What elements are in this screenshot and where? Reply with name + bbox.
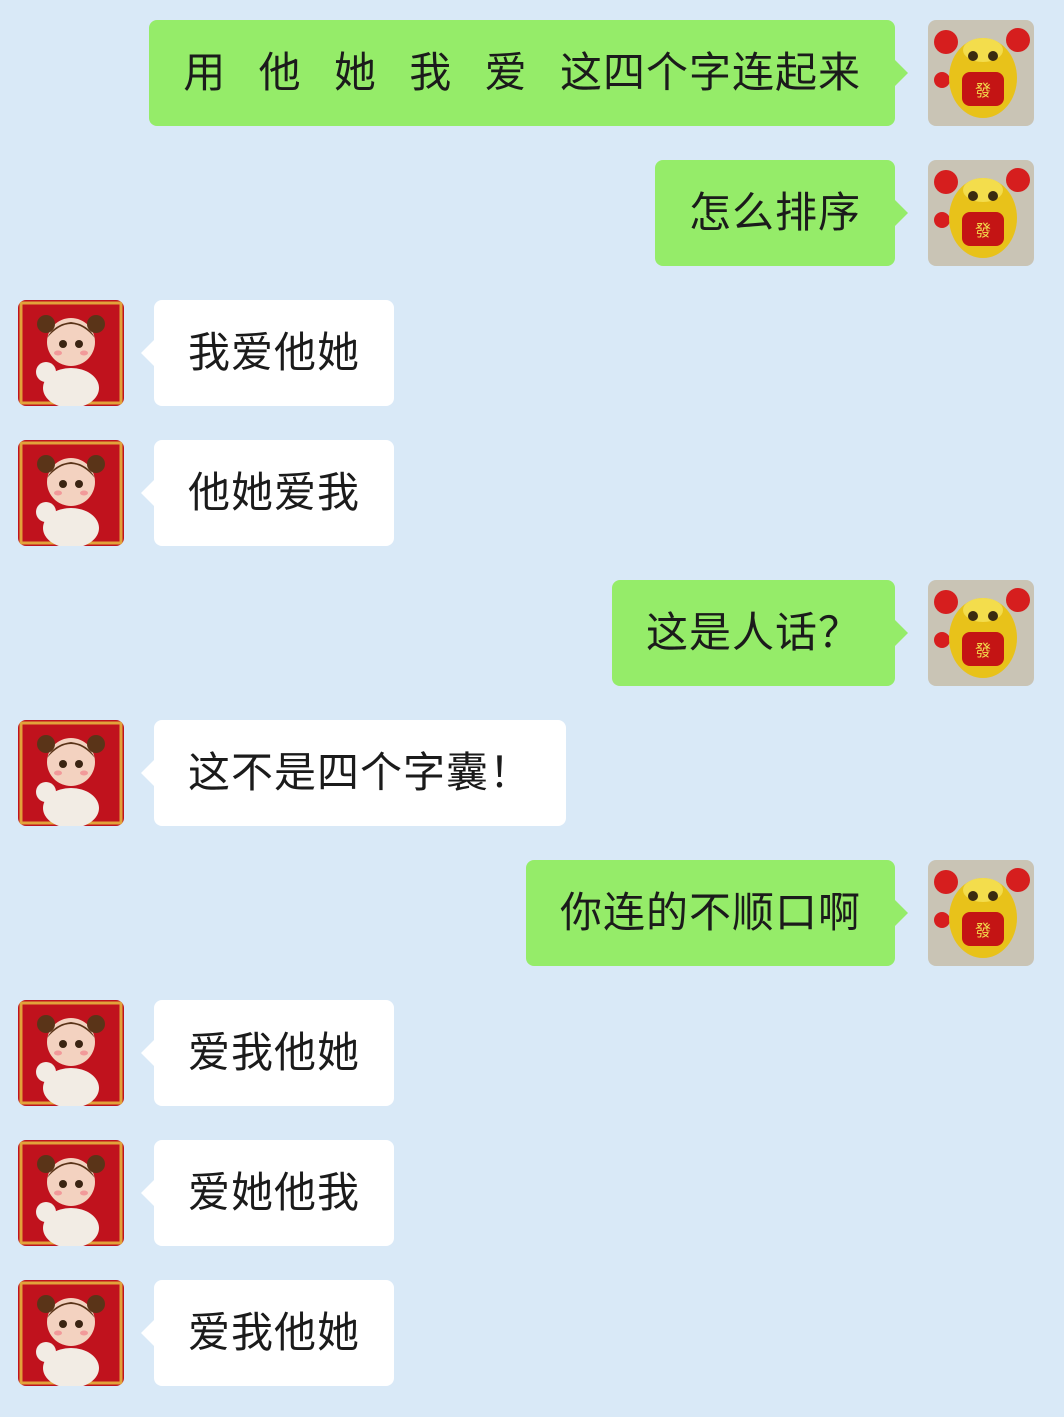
- chat-message-incoming: 这不是四个字囊！: [0, 720, 1064, 828]
- bubble-tail: [141, 1179, 155, 1207]
- message-text: 爱她他我: [188, 1168, 361, 1217]
- chat-message-incoming: 爱她他我: [0, 1140, 1064, 1248]
- message-text: 用 他 她 我 爱 这四个字连起来: [183, 48, 861, 97]
- message-bubble[interactable]: 我爱他她: [141, 300, 395, 406]
- bubble-tail: [894, 619, 908, 647]
- message-text: 爱我他她: [188, 1308, 361, 1357]
- svg-text:發: 發: [975, 221, 991, 240]
- message-bubble[interactable]: 这是人话？: [611, 580, 908, 686]
- message-text: 你连的不顺口啊: [559, 888, 861, 937]
- chat-message-incoming: 他她爱我: [0, 440, 1064, 548]
- bubble-tail: [141, 1039, 155, 1067]
- girl-cartoon-avatar[interactable]: [18, 1140, 124, 1246]
- message-text: 爱我他她: [188, 1028, 361, 1077]
- message-text: 他她爱我: [188, 468, 361, 517]
- message-text: 我爱他她: [188, 328, 361, 377]
- lion-dance-avatar[interactable]: 發: [928, 860, 1034, 966]
- bubble-tail: [894, 899, 908, 927]
- message-bubble[interactable]: 你连的不顺口啊: [525, 860, 908, 966]
- chat-message-outgoing: 这是人话？ 發: [0, 580, 1064, 688]
- message-bubble[interactable]: 怎么排序: [654, 160, 908, 266]
- girl-cartoon-avatar[interactable]: [18, 440, 124, 546]
- message-text: 怎么排序: [688, 188, 861, 237]
- message-bubble[interactable]: 用 他 她 我 爱 这四个字连起来: [149, 20, 908, 126]
- girl-cartoon-avatar[interactable]: [18, 1280, 124, 1386]
- bubble-tail: [141, 339, 155, 367]
- girl-cartoon-avatar[interactable]: [18, 720, 124, 826]
- message-bubble[interactable]: 这不是四个字囊！: [141, 720, 567, 826]
- chat-message-incoming: 我爱他她: [0, 300, 1064, 408]
- svg-text:發: 發: [975, 81, 991, 100]
- message-bubble[interactable]: 爱她他我: [141, 1140, 395, 1246]
- chat-message-outgoing: 你连的不顺口啊 發: [0, 860, 1064, 968]
- girl-cartoon-avatar[interactable]: [18, 1000, 124, 1106]
- bubble-tail: [141, 759, 155, 787]
- bubble-tail: [894, 199, 908, 227]
- lion-dance-avatar[interactable]: 發: [928, 160, 1034, 266]
- chat-message-incoming: 爱我他她: [0, 1280, 1064, 1388]
- girl-cartoon-avatar[interactable]: [18, 300, 124, 406]
- message-bubble[interactable]: 爱我他她: [141, 1280, 395, 1386]
- bubble-tail: [141, 479, 155, 507]
- message-bubble[interactable]: 爱我他她: [141, 1000, 395, 1106]
- message-bubble[interactable]: 他她爱我: [141, 440, 395, 546]
- lion-dance-avatar[interactable]: 發: [928, 580, 1034, 686]
- message-text: 这是人话？: [645, 608, 861, 657]
- bubble-tail: [894, 59, 908, 87]
- svg-text:發: 發: [975, 921, 991, 940]
- chat-message-outgoing: 怎么排序 發: [0, 160, 1064, 268]
- chat-message-outgoing: 用 他 她 我 爱 这四个字连起来 發: [0, 20, 1064, 128]
- chat-message-incoming: 爱我他她: [0, 1000, 1064, 1108]
- message-text: 这不是四个字囊！: [188, 748, 533, 797]
- bubble-tail: [141, 1319, 155, 1347]
- svg-text:發: 發: [975, 641, 991, 660]
- lion-dance-avatar[interactable]: 發: [928, 20, 1034, 126]
